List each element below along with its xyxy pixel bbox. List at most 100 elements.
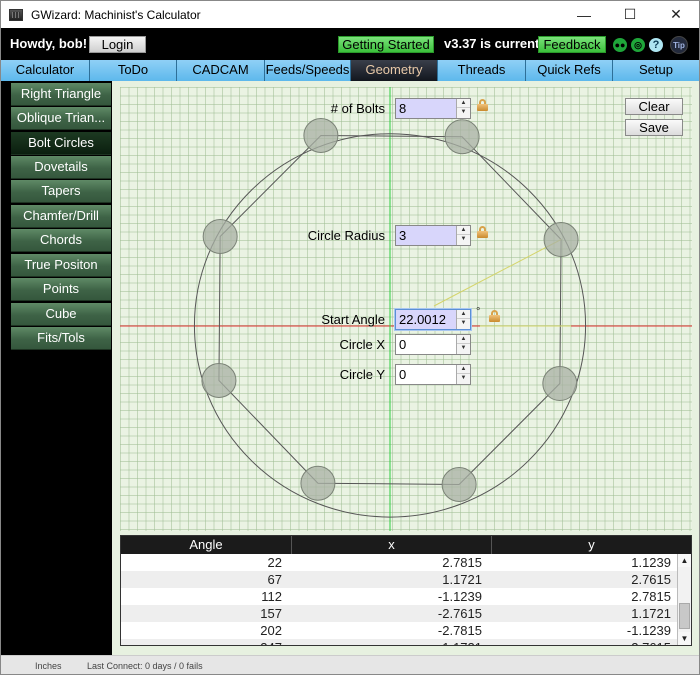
bolt-hole-7 <box>441 466 477 502</box>
table-row[interactable]: 22 2.7815 1.1239 <box>121 554 677 571</box>
minimize-button[interactable]: — <box>561 1 607 28</box>
cell-x: 1.1721 <box>442 572 482 587</box>
getting-started-button[interactable]: Getting Started <box>338 36 434 53</box>
app-logo-icon <box>9 8 23 21</box>
circle-radius-stepper[interactable]: ▲▼ <box>395 225 471 246</box>
tab-quick-refs[interactable]: Quick Refs <box>526 60 613 81</box>
num-bolts-increment[interactable]: ▲ <box>457 99 470 108</box>
circle-radius-lock-icon[interactable] <box>477 226 488 238</box>
cell-x: -1.1239 <box>437 589 482 604</box>
circle-y-increment[interactable]: ▲ <box>457 365 470 374</box>
cell-angle: 202 <box>260 623 282 638</box>
close-button[interactable]: ✕ <box>653 1 699 28</box>
num-bolts-stepper[interactable]: ▲▼ <box>395 98 471 119</box>
bolt-hole-4 <box>202 218 238 254</box>
num-bolts-decrement[interactable]: ▼ <box>457 108 470 117</box>
cell-angle: 247 <box>121 639 292 645</box>
circle-y-input[interactable] <box>396 365 456 384</box>
cell-angle: 157 <box>260 606 282 621</box>
login-button[interactable]: Login <box>89 36 146 53</box>
sidebar-item-chords[interactable]: Chords <box>11 229 111 252</box>
tip-icon[interactable]: Tip <box>670 36 688 54</box>
scroll-track[interactable] <box>678 567 691 632</box>
window-controls: — ☐ ✕ <box>561 1 699 28</box>
circle-radius-label: Circle Radius <box>307 228 385 243</box>
table-row[interactable]: 67 1.1721 2.7615 <box>121 571 677 588</box>
scroll-up-button[interactable]: ▲ <box>678 554 691 567</box>
table-scrollbar[interactable]: ▲ ▼ <box>677 554 691 645</box>
start-angle-stepper[interactable]: ▲▼ <box>395 309 471 330</box>
sidebar-item-cube[interactable]: Cube <box>11 303 111 326</box>
sidebar-item-right-triangle[interactable]: Right Triangle <box>11 83 111 106</box>
table-row[interactable]: 157 -2.7615 1.1721 <box>121 605 677 622</box>
cell-y: -1.1239 <box>626 623 671 638</box>
scroll-down-button[interactable]: ▼ <box>678 632 691 645</box>
tab-cadcam[interactable]: CADCAM <box>177 60 265 81</box>
column-header-x[interactable]: x <box>292 536 492 554</box>
circle-y-decrement[interactable]: ▼ <box>457 374 470 383</box>
cell-x: 2.7815 <box>442 555 482 570</box>
circle-y-stepper[interactable]: ▲▼ <box>395 364 471 385</box>
bolt-circle-panel: # of Bolts ▲▼ Circle Radius ▲▼ Start Ang… <box>112 81 699 655</box>
num-bolts-label: # of Bolts <box>330 101 385 116</box>
column-header-angle[interactable]: Angle <box>121 536 292 554</box>
sidebar-item-bolt-circles[interactable]: Bolt Circles <box>11 132 111 155</box>
num-bolts-lock-icon[interactable] <box>477 99 488 111</box>
start-angle-increment[interactable]: ▲ <box>457 310 470 319</box>
window-title: GWizard: Machinist's Calculator <box>31 7 201 22</box>
maximize-button[interactable]: ☐ <box>607 1 653 28</box>
start-angle-decrement[interactable]: ▼ <box>457 319 470 328</box>
tab-feeds-speeds[interactable]: Feeds/Speeds <box>265 60 351 81</box>
bolt-coordinates-table: Angle x y 22 2.7815 1.1239 67 1.1721 2.7615 11… <box>120 535 692 646</box>
units-indicator: Inches <box>35 661 62 671</box>
cell-y: 1.1721 <box>631 606 671 621</box>
bolt-hole-5 <box>201 363 237 399</box>
feedback-button[interactable]: Feedback <box>538 36 606 53</box>
scroll-thumb[interactable] <box>679 603 690 629</box>
table-row[interactable]: 247-1.1721-2.7615 <box>121 639 677 645</box>
save-button[interactable]: Save <box>625 119 683 136</box>
last-connect-status: Last Connect: 0 days / 0 fails <box>87 661 203 671</box>
community-icon[interactable]: ●● <box>613 38 627 52</box>
cell-angle: 112 <box>261 589 282 604</box>
support-icon[interactable]: ◎ <box>631 38 645 52</box>
circle-radius-input[interactable] <box>396 226 456 245</box>
sidebar-item-fits-tols[interactable]: Fits/Tols <box>11 327 111 350</box>
start-angle-label: Start Angle <box>321 312 385 327</box>
start-angle-lock-icon[interactable] <box>489 310 500 322</box>
tab-calculator[interactable]: Calculator <box>1 60 90 81</box>
column-header-y[interactable]: y <box>492 536 691 554</box>
cell-angle: 22 <box>267 555 282 570</box>
circle-radius-decrement[interactable]: ▼ <box>457 235 470 244</box>
circle-x-input[interactable] <box>396 335 456 354</box>
circle-radius-increment[interactable]: ▲ <box>457 226 470 235</box>
sidebar-item-true-position[interactable]: True Positon <box>11 254 111 277</box>
tab-setup[interactable]: Setup <box>613 60 699 81</box>
table-row[interactable]: 202 -2.7815 -1.1239 <box>121 622 677 639</box>
table-row[interactable]: 112 -1.1239 2.7815 <box>121 588 677 605</box>
sidebar-item-points[interactable]: Points <box>11 278 111 301</box>
start-angle-input[interactable] <box>396 310 456 329</box>
tab-threads[interactable]: Threads <box>438 60 526 81</box>
sidebar-item-dovetails[interactable]: Dovetails <box>11 156 111 179</box>
cell-angle: 67 <box>267 572 282 587</box>
circle-x-stepper[interactable]: ▲▼ <box>395 334 471 355</box>
bolt-hole-2 <box>444 119 480 155</box>
num-bolts-input[interactable] <box>396 99 456 118</box>
sidebar-item-chamfer-drill[interactable]: Chamfer/Drill <box>11 205 111 228</box>
circle-x-decrement[interactable]: ▼ <box>457 344 470 353</box>
version-status: v3.37 is current <box>444 36 540 51</box>
clear-button[interactable]: Clear <box>625 98 683 115</box>
sidebar-item-tapers[interactable]: Tapers <box>11 180 111 203</box>
bolt-hole-3 <box>303 118 339 154</box>
cell-x: -2.7615 <box>437 606 482 621</box>
tab-geometry[interactable]: Geometry <box>351 60 438 81</box>
help-icon[interactable]: ? <box>649 38 663 52</box>
app-header: Howdy, bob! Login Getting Started v3.37 … <box>1 28 699 60</box>
circle-x-increment[interactable]: ▲ <box>457 335 470 344</box>
sidebar-item-oblique-triangle[interactable]: Oblique Trian... <box>11 107 111 130</box>
status-bar: Inches Last Connect: 0 days / 0 fails <box>1 655 699 674</box>
tab-todo[interactable]: ToDo <box>90 60 177 81</box>
bolt-hole-8 <box>542 366 578 402</box>
geometry-sidebar: Right Triangle Oblique Trian... Bolt Cir… <box>1 81 112 655</box>
